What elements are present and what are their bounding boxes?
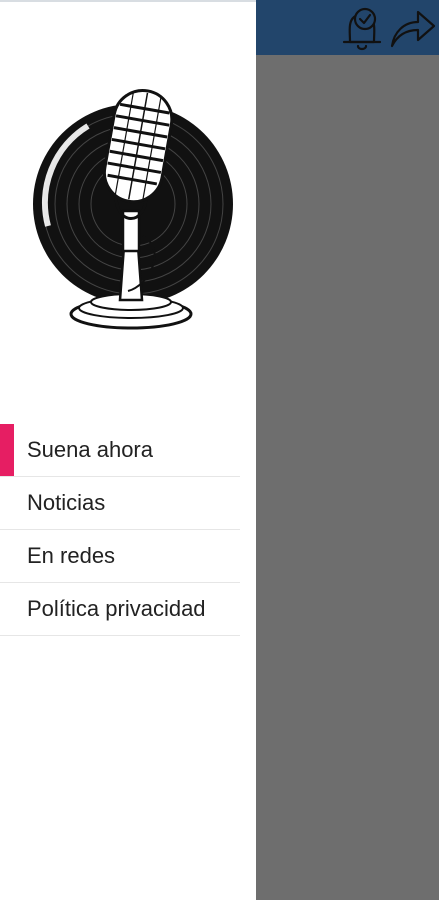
navigation-drawer: Suena ahora Noticias En redes Política p… [0,0,256,900]
app-bar [256,0,439,55]
drawer-scrim[interactable] [256,0,439,900]
menu-item-label: Noticias [27,490,106,515]
menu-item-politica-privacidad[interactable]: Política privacidad [0,583,240,636]
share-arrow-icon[interactable] [386,2,438,54]
microphone-vinyl-logo [33,89,233,330]
menu-item-label: En redes [27,543,116,568]
drawer-menu: Suena ahora Noticias En redes Política p… [0,424,240,636]
menu-item-suena-ahora[interactable]: Suena ahora [0,424,240,477]
menu-item-label: Política privacidad [27,596,206,621]
selected-indicator [0,424,14,476]
bell-check-icon[interactable] [336,2,388,54]
divider [0,0,256,2]
menu-item-label: Suena ahora [27,437,153,462]
menu-item-noticias[interactable]: Noticias [0,477,240,530]
menu-item-en-redes[interactable]: En redes [0,530,240,583]
